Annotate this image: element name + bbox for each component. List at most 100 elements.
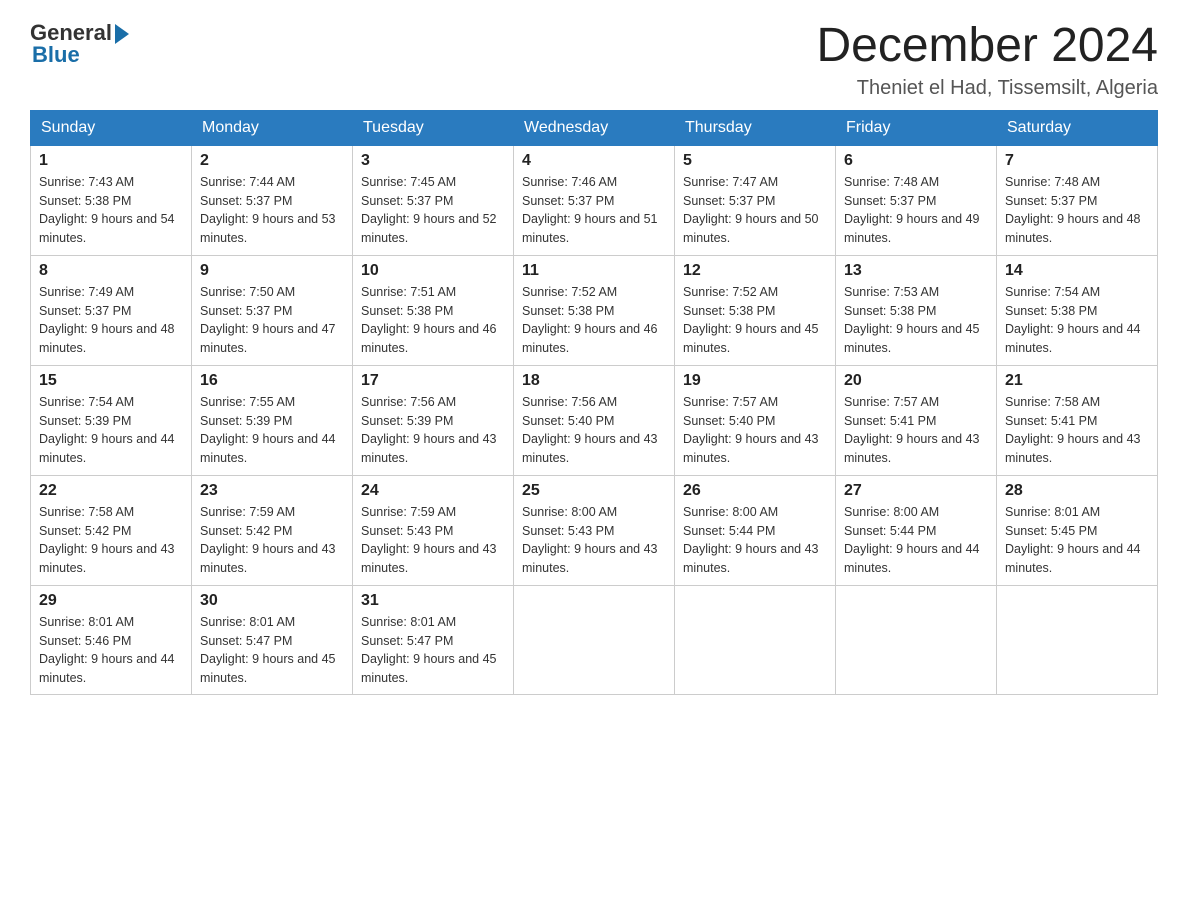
page-header: General Blue December 2024 Theniet el Ha…	[30, 20, 1158, 100]
calendar-cell: 19 Sunrise: 7:57 AMSunset: 5:40 PMDaylig…	[675, 365, 836, 475]
weekday-header-tuesday: Tuesday	[353, 110, 514, 145]
calendar-table: SundayMondayTuesdayWednesdayThursdayFrid…	[30, 110, 1158, 695]
calendar-cell: 13 Sunrise: 7:53 AMSunset: 5:38 PMDaylig…	[836, 255, 997, 365]
day-number: 12	[683, 262, 827, 280]
day-number: 14	[1005, 262, 1149, 280]
calendar-week-row: 1 Sunrise: 7:43 AMSunset: 5:38 PMDayligh…	[31, 145, 1158, 255]
day-info: Sunrise: 7:59 AMSunset: 5:42 PMDaylight:…	[200, 505, 336, 575]
day-info: Sunrise: 8:00 AMSunset: 5:44 PMDaylight:…	[844, 505, 980, 575]
day-info: Sunrise: 8:01 AMSunset: 5:47 PMDaylight:…	[200, 615, 336, 685]
calendar-cell: 4 Sunrise: 7:46 AMSunset: 5:37 PMDayligh…	[514, 145, 675, 255]
day-number: 7	[1005, 152, 1149, 170]
day-number: 20	[844, 372, 988, 390]
day-info: Sunrise: 7:57 AMSunset: 5:41 PMDaylight:…	[844, 395, 980, 465]
weekday-header-friday: Friday	[836, 110, 997, 145]
day-info: Sunrise: 7:44 AMSunset: 5:37 PMDaylight:…	[200, 175, 336, 245]
calendar-cell: 12 Sunrise: 7:52 AMSunset: 5:38 PMDaylig…	[675, 255, 836, 365]
day-number: 28	[1005, 482, 1149, 500]
day-number: 16	[200, 372, 344, 390]
day-number: 8	[39, 262, 183, 280]
weekday-header-monday: Monday	[192, 110, 353, 145]
calendar-cell: 24 Sunrise: 7:59 AMSunset: 5:43 PMDaylig…	[353, 475, 514, 585]
calendar-cell: 2 Sunrise: 7:44 AMSunset: 5:37 PMDayligh…	[192, 145, 353, 255]
day-number: 10	[361, 262, 505, 280]
day-info: Sunrise: 7:51 AMSunset: 5:38 PMDaylight:…	[361, 285, 497, 355]
day-number: 1	[39, 152, 183, 170]
calendar-cell	[997, 585, 1158, 694]
calendar-cell: 11 Sunrise: 7:52 AMSunset: 5:38 PMDaylig…	[514, 255, 675, 365]
day-info: Sunrise: 7:49 AMSunset: 5:37 PMDaylight:…	[39, 285, 175, 355]
day-info: Sunrise: 7:58 AMSunset: 5:42 PMDaylight:…	[39, 505, 175, 575]
calendar-cell: 23 Sunrise: 7:59 AMSunset: 5:42 PMDaylig…	[192, 475, 353, 585]
calendar-cell: 21 Sunrise: 7:58 AMSunset: 5:41 PMDaylig…	[997, 365, 1158, 475]
day-info: Sunrise: 7:45 AMSunset: 5:37 PMDaylight:…	[361, 175, 497, 245]
calendar-cell: 15 Sunrise: 7:54 AMSunset: 5:39 PMDaylig…	[31, 365, 192, 475]
day-info: Sunrise: 8:01 AMSunset: 5:45 PMDaylight:…	[1005, 505, 1141, 575]
calendar-cell: 31 Sunrise: 8:01 AMSunset: 5:47 PMDaylig…	[353, 585, 514, 694]
calendar-week-row: 22 Sunrise: 7:58 AMSunset: 5:42 PMDaylig…	[31, 475, 1158, 585]
day-number: 24	[361, 482, 505, 500]
day-info: Sunrise: 8:01 AMSunset: 5:46 PMDaylight:…	[39, 615, 175, 685]
day-number: 3	[361, 152, 505, 170]
day-number: 4	[522, 152, 666, 170]
calendar-cell: 14 Sunrise: 7:54 AMSunset: 5:38 PMDaylig…	[997, 255, 1158, 365]
day-info: Sunrise: 7:56 AMSunset: 5:40 PMDaylight:…	[522, 395, 658, 465]
day-number: 27	[844, 482, 988, 500]
day-number: 29	[39, 592, 183, 610]
calendar-cell: 28 Sunrise: 8:01 AMSunset: 5:45 PMDaylig…	[997, 475, 1158, 585]
calendar-cell	[836, 585, 997, 694]
day-number: 18	[522, 372, 666, 390]
title-block: December 2024 Theniet el Had, Tissemsilt…	[816, 20, 1158, 100]
day-number: 6	[844, 152, 988, 170]
calendar-week-row: 8 Sunrise: 7:49 AMSunset: 5:37 PMDayligh…	[31, 255, 1158, 365]
month-title: December 2024	[816, 20, 1158, 73]
calendar-cell: 18 Sunrise: 7:56 AMSunset: 5:40 PMDaylig…	[514, 365, 675, 475]
day-info: Sunrise: 8:00 AMSunset: 5:43 PMDaylight:…	[522, 505, 658, 575]
day-number: 22	[39, 482, 183, 500]
calendar-cell: 25 Sunrise: 8:00 AMSunset: 5:43 PMDaylig…	[514, 475, 675, 585]
calendar-cell: 29 Sunrise: 8:01 AMSunset: 5:46 PMDaylig…	[31, 585, 192, 694]
day-info: Sunrise: 7:54 AMSunset: 5:39 PMDaylight:…	[39, 395, 175, 465]
calendar-cell: 1 Sunrise: 7:43 AMSunset: 5:38 PMDayligh…	[31, 145, 192, 255]
day-number: 21	[1005, 372, 1149, 390]
calendar-cell: 10 Sunrise: 7:51 AMSunset: 5:38 PMDaylig…	[353, 255, 514, 365]
day-number: 15	[39, 372, 183, 390]
day-info: Sunrise: 7:54 AMSunset: 5:38 PMDaylight:…	[1005, 285, 1141, 355]
day-number: 5	[683, 152, 827, 170]
calendar-cell: 17 Sunrise: 7:56 AMSunset: 5:39 PMDaylig…	[353, 365, 514, 475]
day-info: Sunrise: 8:00 AMSunset: 5:44 PMDaylight:…	[683, 505, 819, 575]
calendar-cell: 20 Sunrise: 7:57 AMSunset: 5:41 PMDaylig…	[836, 365, 997, 475]
calendar-week-row: 29 Sunrise: 8:01 AMSunset: 5:46 PMDaylig…	[31, 585, 1158, 694]
day-number: 9	[200, 262, 344, 280]
weekday-header-row: SundayMondayTuesdayWednesdayThursdayFrid…	[31, 110, 1158, 145]
day-number: 23	[200, 482, 344, 500]
weekday-header-saturday: Saturday	[997, 110, 1158, 145]
day-number: 19	[683, 372, 827, 390]
logo-blue-text: Blue	[32, 42, 80, 68]
calendar-cell: 3 Sunrise: 7:45 AMSunset: 5:37 PMDayligh…	[353, 145, 514, 255]
calendar-cell	[514, 585, 675, 694]
calendar-week-row: 15 Sunrise: 7:54 AMSunset: 5:39 PMDaylig…	[31, 365, 1158, 475]
day-info: Sunrise: 7:46 AMSunset: 5:37 PMDaylight:…	[522, 175, 658, 245]
day-info: Sunrise: 7:52 AMSunset: 5:38 PMDaylight:…	[522, 285, 658, 355]
day-number: 25	[522, 482, 666, 500]
day-number: 13	[844, 262, 988, 280]
day-number: 26	[683, 482, 827, 500]
calendar-cell: 22 Sunrise: 7:58 AMSunset: 5:42 PMDaylig…	[31, 475, 192, 585]
calendar-cell: 30 Sunrise: 8:01 AMSunset: 5:47 PMDaylig…	[192, 585, 353, 694]
calendar-cell: 27 Sunrise: 8:00 AMSunset: 5:44 PMDaylig…	[836, 475, 997, 585]
day-info: Sunrise: 7:56 AMSunset: 5:39 PMDaylight:…	[361, 395, 497, 465]
calendar-cell	[675, 585, 836, 694]
day-info: Sunrise: 8:01 AMSunset: 5:47 PMDaylight:…	[361, 615, 497, 685]
calendar-cell: 6 Sunrise: 7:48 AMSunset: 5:37 PMDayligh…	[836, 145, 997, 255]
day-info: Sunrise: 7:58 AMSunset: 5:41 PMDaylight:…	[1005, 395, 1141, 465]
day-number: 31	[361, 592, 505, 610]
logo: General Blue	[30, 20, 129, 68]
weekday-header-sunday: Sunday	[31, 110, 192, 145]
calendar-cell: 8 Sunrise: 7:49 AMSunset: 5:37 PMDayligh…	[31, 255, 192, 365]
location-title: Theniet el Had, Tissemsilt, Algeria	[816, 77, 1158, 100]
day-info: Sunrise: 7:55 AMSunset: 5:39 PMDaylight:…	[200, 395, 336, 465]
day-number: 11	[522, 262, 666, 280]
day-info: Sunrise: 7:43 AMSunset: 5:38 PMDaylight:…	[39, 175, 175, 245]
calendar-cell: 7 Sunrise: 7:48 AMSunset: 5:37 PMDayligh…	[997, 145, 1158, 255]
